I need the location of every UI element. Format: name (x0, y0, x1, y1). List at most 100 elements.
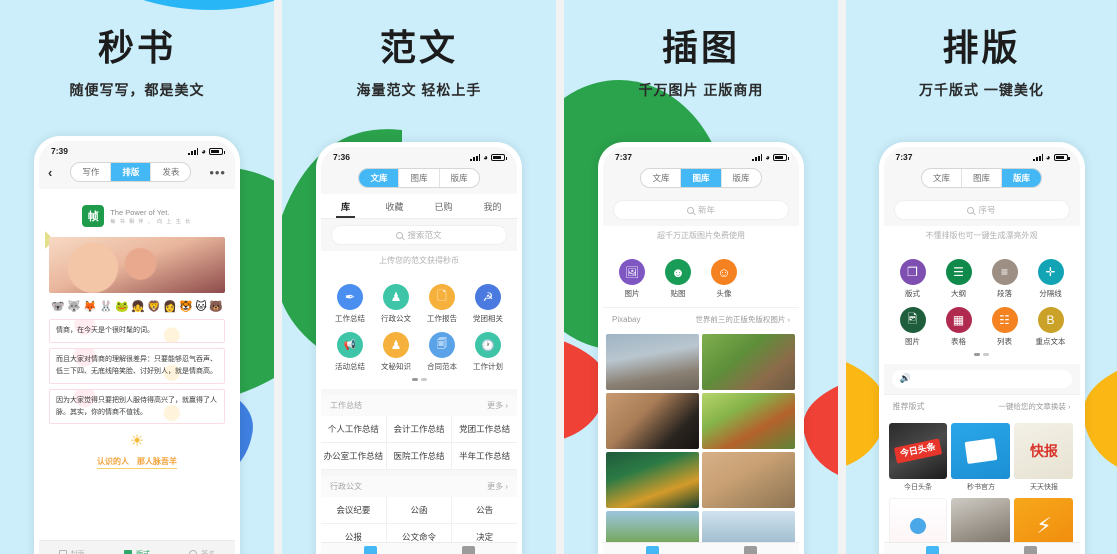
tab-wenku[interactable]: 文库 (359, 169, 400, 187)
status-bar: 7:37 ◕ (883, 147, 1080, 164)
image-thumbnail[interactable] (606, 334, 699, 390)
library-tabs[interactable]: 文库 图库 版库 (640, 168, 762, 188)
category-party-related[interactable]: ☭ 党团相关 (465, 280, 511, 328)
library-tabs[interactable]: 文库 图库 版库 (358, 168, 480, 188)
tab-publish[interactable]: 发表 (151, 163, 190, 181)
tool-image[interactable]: 🖻 图片 (890, 303, 936, 351)
tool-layout[interactable]: ❒ 版式 (890, 255, 936, 303)
search-input[interactable]: 序号 (893, 200, 1070, 220)
signal-icon (188, 147, 199, 155)
source-note-link[interactable]: 世界前三的正版免版权图片 › (695, 314, 790, 325)
status-time: 7:36 (333, 152, 351, 162)
list-item[interactable]: 半年工作总结 (452, 443, 517, 470)
image-thumbnail[interactable] (702, 452, 795, 508)
carousel-dots[interactable] (890, 351, 1074, 360)
carousel-dots[interactable] (327, 376, 511, 385)
divider-icon: ✛ (1037, 259, 1064, 285)
sticker-icon: ☻ (665, 259, 691, 285)
list-item[interactable]: 会议纪要 (321, 496, 387, 524)
carousel-dot[interactable] (983, 353, 989, 356)
tool-paragraph[interactable]: ≡ 段落 (982, 255, 1028, 303)
tab-layout[interactable]: 排版 (111, 163, 152, 181)
section-more-link[interactable]: 一键给您的文章换装 › (998, 401, 1070, 412)
page-subtitle: 海量范文 轻松上手 (356, 81, 482, 98)
category-icon-grid: ✒ 工作总结 ♟ 行政公文 🗋 工作报告 ☭ 党团相关 📢 活动总结 ♟ 文秘知… (321, 272, 517, 389)
subtab-library[interactable]: 库 (321, 194, 370, 218)
tab-banku[interactable]: 版库 (440, 169, 479, 187)
tool-label: 图片 (905, 337, 920, 346)
category-work-report[interactable]: 🗋 工作报告 (419, 280, 465, 328)
bottom-nav-create[interactable]: 创作 (743, 546, 757, 554)
list-item[interactable]: 党团工作总结 (452, 416, 517, 443)
template-thumb-text: 快报 (1029, 442, 1058, 459)
emoji-item: 🐯 (179, 301, 194, 313)
tab-wenku[interactable]: 文库 (922, 169, 962, 187)
carousel-dot[interactable] (420, 378, 427, 381)
bottom-nav-fanwen[interactable]: 范文 (645, 546, 659, 554)
template-card[interactable]: 秒书官方 (951, 422, 1011, 494)
section-more-link[interactable]: 更多 › (487, 400, 508, 411)
carousel-dot-active[interactable] (411, 378, 418, 381)
tab-writing[interactable]: 写作 (71, 163, 112, 181)
bottom-nav-create[interactable]: 创作 (461, 546, 475, 554)
tab-banku[interactable]: 版库 (722, 169, 761, 187)
more-options-button[interactable]: ••• (209, 165, 226, 180)
category-avatars[interactable]: ☺ 头像 (701, 255, 747, 303)
bottom-nav-label: 版式 (135, 550, 150, 554)
list-item[interactable]: 公告 (452, 497, 517, 524)
speaker-icon[interactable]: 🔊 (900, 373, 911, 384)
bottom-nav-layout[interactable]: 版式 (123, 549, 150, 554)
library-tabs[interactable]: 文库 图库 版库 (920, 168, 1043, 188)
tool-outline[interactable]: ☰ 大纲 (936, 255, 982, 303)
section-more-link[interactable]: 更多 › (487, 481, 508, 492)
list-item[interactable]: 办公室工作总结 (321, 442, 387, 470)
template-card[interactable]: 今日头条 今日头条 (888, 422, 948, 494)
image-thumbnail[interactable] (702, 393, 795, 449)
list-item[interactable]: 医院工作总结 (386, 442, 453, 470)
tab-tuku[interactable]: 图库 (962, 169, 1002, 187)
subtab-mine[interactable]: 我的 (468, 194, 517, 218)
category-admin-doc[interactable]: ♟ 行政公文 (373, 280, 419, 328)
subtab-favorites[interactable]: 收藏 (370, 194, 419, 218)
category-label: 工作计划 (473, 362, 503, 371)
tab-tuku[interactable]: 图库 (681, 169, 722, 187)
carousel-dot-active[interactable] (974, 353, 980, 356)
editor-mode-tabs[interactable]: 写作 排版 发表 (70, 162, 192, 182)
tool-table[interactable]: ▦ 表格 (936, 303, 982, 351)
search-icon (396, 231, 404, 239)
category-activity-summary[interactable]: 📢 活动总结 (327, 328, 373, 376)
category-pictures[interactable]: 🖼 图片 (609, 255, 655, 303)
template-thumb-text: ⚡ (1036, 512, 1052, 538)
bottom-nav-fanwen[interactable]: 范文 (926, 546, 939, 554)
image-thumbnail[interactable] (606, 393, 699, 449)
audio-banner[interactable]: 🔊 (891, 369, 1072, 388)
bottom-nav-cover[interactable]: 封面 (58, 549, 85, 554)
bottom-nav-fanwen[interactable]: 范文 (363, 546, 377, 554)
subtab-purchased[interactable]: 已购 (419, 194, 468, 218)
back-button[interactable]: ‹ (48, 165, 52, 180)
category-work-plan[interactable]: 🕐 工作计划 (465, 328, 511, 376)
list-item[interactable]: 公函 (386, 496, 453, 524)
search-input[interactable]: 新年 (613, 200, 789, 220)
tab-tuku[interactable]: 图库 (399, 169, 440, 187)
image-thumbnail[interactable] (606, 452, 699, 508)
bottom-nav-create[interactable]: 创作 (1024, 546, 1037, 554)
category-stickers[interactable]: ☻ 贴图 (655, 255, 701, 303)
list-item[interactable]: 会计工作总结 (386, 415, 453, 443)
list-item[interactable]: 个人工作总结 (321, 415, 387, 443)
search-icon (686, 206, 694, 214)
search-input[interactable]: 搜索范文 (331, 225, 507, 245)
stamp-icon: ♟ (383, 332, 409, 358)
tab-wenku[interactable]: 文库 (641, 169, 682, 187)
tool-list[interactable]: ☷ 列表 (982, 303, 1028, 351)
bottom-nav-signature[interactable]: 签名 (189, 549, 215, 554)
tool-bold-text[interactable]: B 重点文本 (1028, 303, 1074, 351)
template-card[interactable]: 快报 天天快报 (1014, 422, 1074, 494)
image-thumbnail[interactable] (702, 334, 795, 390)
category-secretary-knowledge[interactable]: ♟ 文秘知识 (373, 328, 419, 376)
tab-banku[interactable]: 版库 (1002, 169, 1042, 187)
category-work-summary[interactable]: ✒ 工作总结 (327, 280, 373, 328)
phone-screen: 7:37 ◕ 文库 图库 版库 (883, 147, 1080, 554)
tool-divider[interactable]: ✛ 分隔线 (1028, 255, 1074, 303)
category-contract-template[interactable]: 🗐 合同范本 (419, 328, 465, 376)
